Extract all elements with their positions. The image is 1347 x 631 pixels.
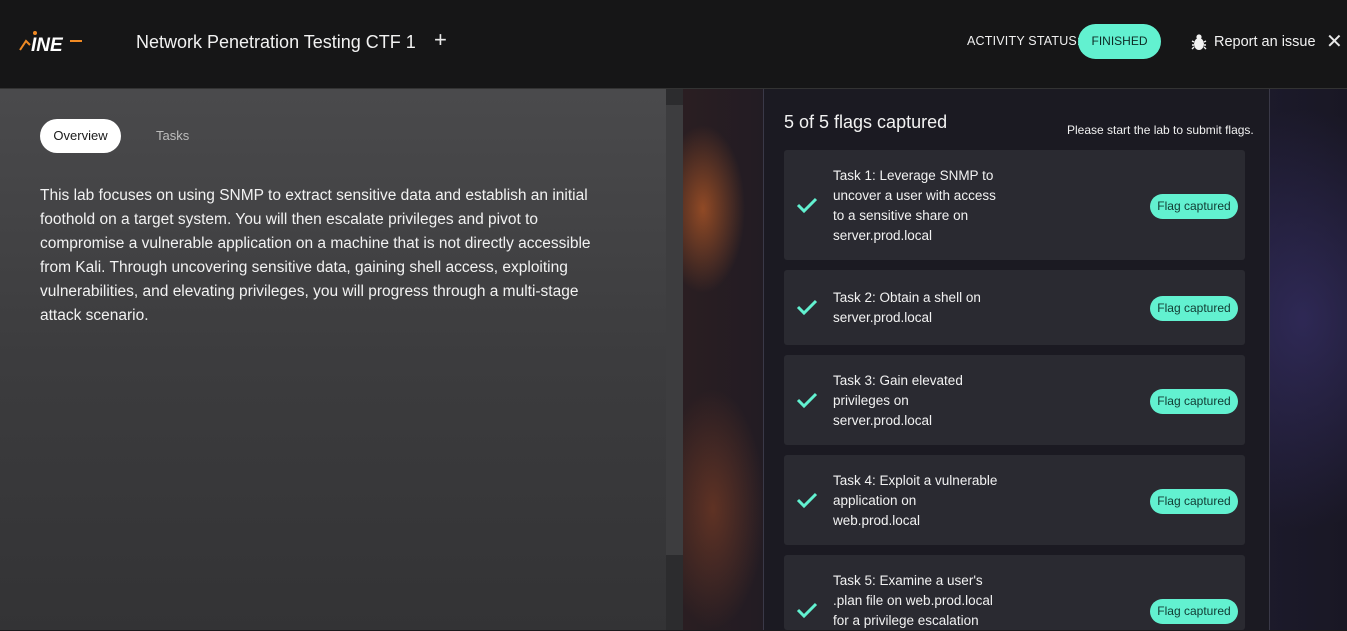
overview-description: This lab focuses on using SNMP to extrac… [40, 187, 591, 324]
activity-status-label: ACTIVITY STATUS: [967, 34, 1081, 48]
task-text: Task 5: Examine a user's .plan file on w… [833, 573, 993, 628]
check-icon [796, 492, 818, 509]
flag-captured-badge: Flag captured [1150, 296, 1238, 321]
status-badge: FINISHED [1078, 24, 1161, 59]
tab-overview[interactable]: Overview [40, 119, 121, 153]
top-bar: INE Network Penetration Testing CTF 1 + … [0, 0, 1347, 89]
flags-count: 5 of 5 flags captured [784, 112, 948, 132]
flag-captured-badge: Flag captured [1150, 389, 1238, 414]
task-text: Task 2: Obtain a shell on server.prod.lo… [833, 290, 981, 325]
ine-logo[interactable]: INE [18, 28, 86, 56]
plus-icon[interactable]: + [434, 28, 447, 52]
task-text: Task 4: Exploit a vulnerable application… [833, 473, 998, 528]
check-icon [796, 299, 818, 316]
bug-icon [1191, 34, 1207, 50]
overview-pane [0, 89, 666, 630]
scrollbar[interactable] [666, 89, 683, 630]
flag-captured-badge: Flag captured [1150, 489, 1238, 514]
flags-note: Please start the lab to submit flags. [1067, 123, 1254, 137]
flag-captured-badge: Flag captured [1150, 599, 1238, 624]
report-issue-label: Report an issue [1214, 34, 1316, 50]
check-icon [796, 392, 818, 409]
logo-text: INE [31, 35, 64, 56]
task-text: Task 3: Gain elevated privileges on serv… [833, 373, 963, 428]
task-text: Task 1: Leverage SNMP to uncover a user … [833, 168, 996, 243]
report-issue-button[interactable]: Report an issue [1190, 32, 1316, 52]
check-icon [796, 197, 818, 214]
page-title: Network Penetration Testing CTF 1 [136, 32, 416, 52]
close-icon[interactable]: ✕ [1326, 31, 1346, 53]
check-icon [796, 602, 818, 619]
scrollbar-thumb[interactable] [666, 105, 683, 555]
tab-tasks[interactable]: Tasks [156, 128, 189, 143]
flag-captured-badge: Flag captured [1150, 194, 1238, 219]
